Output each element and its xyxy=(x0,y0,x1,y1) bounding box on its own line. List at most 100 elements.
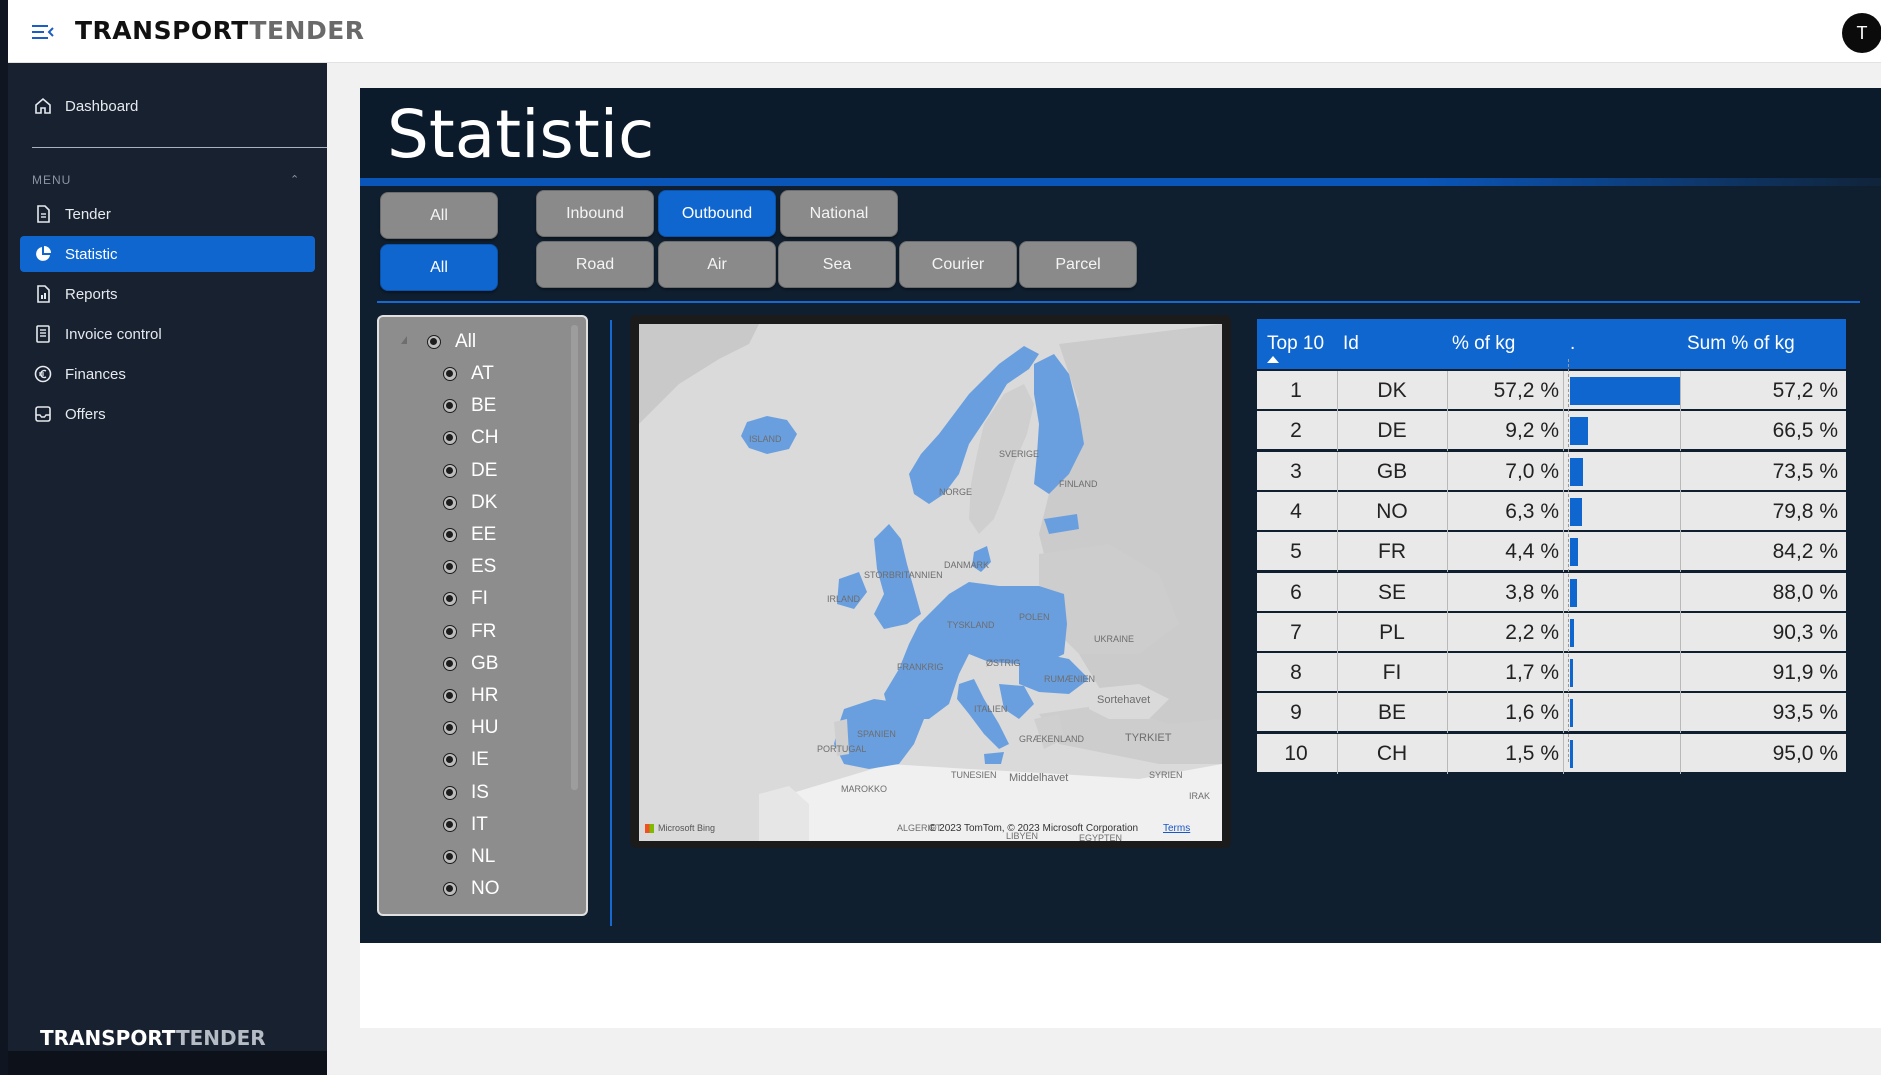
table-row[interactable]: 2 DE 9,2 % 66,5 % xyxy=(1257,411,1846,452)
table-row[interactable]: 5 FR 4,4 % 84,2 % xyxy=(1257,532,1846,573)
sidebar-footer-strip xyxy=(8,1051,327,1075)
divider-horizontal xyxy=(377,301,1860,303)
map-label: NORGE xyxy=(939,487,973,497)
cell-id: BE xyxy=(1377,701,1406,725)
national-button[interactable]: National xyxy=(780,190,898,237)
europe-map[interactable]: ISLAND SVERIGE NORGE FINLAND STORBRITANN… xyxy=(639,324,1222,841)
cell-separator xyxy=(1563,491,1564,532)
cell-pct: 7,0 % xyxy=(1505,459,1559,483)
cell-separator xyxy=(1337,491,1338,532)
slicer-item-be[interactable]: BE xyxy=(443,395,496,417)
cell-pct: 9,2 % xyxy=(1505,419,1559,443)
slicer-item-fi[interactable]: FI xyxy=(443,588,488,610)
slicer-item-de[interactable]: DE xyxy=(443,460,497,482)
slicer-item-all[interactable]: All xyxy=(427,331,476,353)
slicer-item-es[interactable]: ES xyxy=(443,556,496,578)
slicer-item-ch[interactable]: CH xyxy=(443,427,498,449)
map-visual[interactable]: ISLAND SVERIGE NORGE FINLAND STORBRITANN… xyxy=(630,315,1231,848)
radio-icon xyxy=(443,495,457,510)
home-icon xyxy=(35,97,51,114)
sidebar-item-offers[interactable]: Offers xyxy=(20,396,315,432)
radio-icon xyxy=(427,335,441,349)
map-label: IRAK xyxy=(1189,791,1211,801)
slicer-item-dk[interactable]: DK xyxy=(443,492,497,514)
air-button[interactable]: Air xyxy=(658,241,776,288)
table-row[interactable]: 6 SE 3,8 % 88,0 % xyxy=(1257,572,1846,613)
table-row[interactable]: 3 GB 7,0 % 73,5 % xyxy=(1257,451,1846,492)
sea-button[interactable]: Sea xyxy=(778,241,896,288)
table-row[interactable]: 10 CH 1,5 % 95,0 % xyxy=(1257,733,1846,774)
table-row[interactable]: 7 PL 2,2 % 90,3 % xyxy=(1257,612,1846,653)
cell-separator xyxy=(1563,572,1564,613)
cell-rank: 1 xyxy=(1290,379,1302,402)
top-header: TRANSPORTTENDER T xyxy=(0,0,1881,1075)
col-header-top[interactable]: Top 10 xyxy=(1267,333,1324,355)
collapse-triangle-icon[interactable] xyxy=(401,336,407,344)
map-label: SYRIEN xyxy=(1149,770,1183,780)
user-avatar[interactable]: T xyxy=(1842,13,1881,53)
slicer-item-gb[interactable]: GB xyxy=(443,653,498,675)
map-label: STORBRITANNIEN xyxy=(864,570,943,580)
cell-rank: 4 xyxy=(1290,499,1302,523)
inbound-button[interactable]: Inbound xyxy=(536,190,654,237)
sidebar-item-statistic[interactable]: Statistic xyxy=(20,236,315,272)
direction-all-button[interactable]: All xyxy=(380,192,498,239)
cell-separator xyxy=(1563,451,1564,492)
slicer-item-fr[interactable]: FR xyxy=(443,621,496,643)
sort-ascending-icon[interactable] xyxy=(1267,356,1279,363)
slicer-item-is[interactable]: IS xyxy=(443,782,489,804)
slicer-item-nl[interactable]: NL xyxy=(443,846,495,868)
chevron-up-icon[interactable]: ⌃ xyxy=(290,173,299,186)
sidebar-item-invoice-control[interactable]: Invoice control xyxy=(20,316,315,352)
sidebar-item-dashboard[interactable]: Dashboard xyxy=(20,88,315,124)
slicer-item-ie[interactable]: IE xyxy=(443,749,489,771)
courier-button[interactable]: Courier xyxy=(899,241,1017,288)
road-button[interactable]: Road xyxy=(536,241,654,288)
cell-rank: 9 xyxy=(1290,701,1302,725)
outbound-button[interactable]: Outbound xyxy=(658,190,776,237)
mode-all-button[interactable]: All xyxy=(380,244,498,291)
slicer-item-it[interactable]: IT xyxy=(443,814,488,836)
cell-separator xyxy=(1447,532,1448,573)
cell-separator xyxy=(1337,612,1338,653)
cell-separator xyxy=(1337,371,1338,411)
table-row[interactable]: 1 DK 57,2 % 57,2 % xyxy=(1257,371,1846,411)
map-terms-link[interactable]: Terms xyxy=(1163,823,1190,834)
sidebar-item-label: Dashboard xyxy=(65,97,139,115)
table-row[interactable]: 9 BE 1,6 % 93,5 % xyxy=(1257,693,1846,734)
cell-pct: 1,5 % xyxy=(1505,741,1559,765)
table-row[interactable]: 8 FI 1,7 % 91,9 % xyxy=(1257,653,1846,694)
col-header-pct[interactable]: % of kg xyxy=(1452,333,1515,355)
cell-id: PL xyxy=(1379,620,1405,644)
slicer-item-label: NO xyxy=(471,878,500,900)
slicer-item-ee[interactable]: EE xyxy=(443,524,496,546)
sidebar-divider xyxy=(32,147,327,148)
pct-bar xyxy=(1570,659,1574,688)
slicer-item-label: IE xyxy=(471,749,489,771)
slicer-item-at[interactable]: AT xyxy=(443,363,494,385)
slicer-item-label: IT xyxy=(471,813,488,835)
sidebar-item-tender[interactable]: Tender xyxy=(20,196,315,232)
sidebar-item-reports[interactable]: Reports xyxy=(20,276,315,312)
slicer-item-hr[interactable]: HR xyxy=(443,685,498,707)
radio-icon xyxy=(443,624,457,639)
slicer-item-hu[interactable]: HU xyxy=(443,717,498,739)
parcel-button[interactable]: Parcel xyxy=(1019,241,1137,288)
cell-separator xyxy=(1337,572,1338,613)
country-slicer[interactable]: All AT BE CH DE DK EE ES FI FR GB HR HU IE IS IT NL NO xyxy=(377,315,588,916)
app-logo[interactable]: TRANSPORTTENDER xyxy=(75,16,365,45)
radio-icon xyxy=(443,528,457,542)
cell-rank: 2 xyxy=(1290,419,1302,443)
map-label: ISLAND xyxy=(749,434,782,444)
map-label: SVERIGE xyxy=(999,449,1040,459)
col-header-bar[interactable]: . xyxy=(1570,333,1575,355)
map-shapes xyxy=(639,324,1222,841)
col-header-id[interactable]: Id xyxy=(1343,333,1359,355)
map-label: UKRAINE xyxy=(1094,634,1135,644)
slicer-item-no[interactable]: NO xyxy=(443,878,500,900)
sidebar-item-finances[interactable]: Finances xyxy=(20,356,315,392)
menu-collapse-icon[interactable] xyxy=(30,20,56,44)
table-row[interactable]: 4 NO 6,3 % 79,8 % xyxy=(1257,491,1846,532)
slicer-scrollbar[interactable] xyxy=(571,325,578,790)
col-header-sum[interactable]: Sum % of kg xyxy=(1687,333,1795,355)
